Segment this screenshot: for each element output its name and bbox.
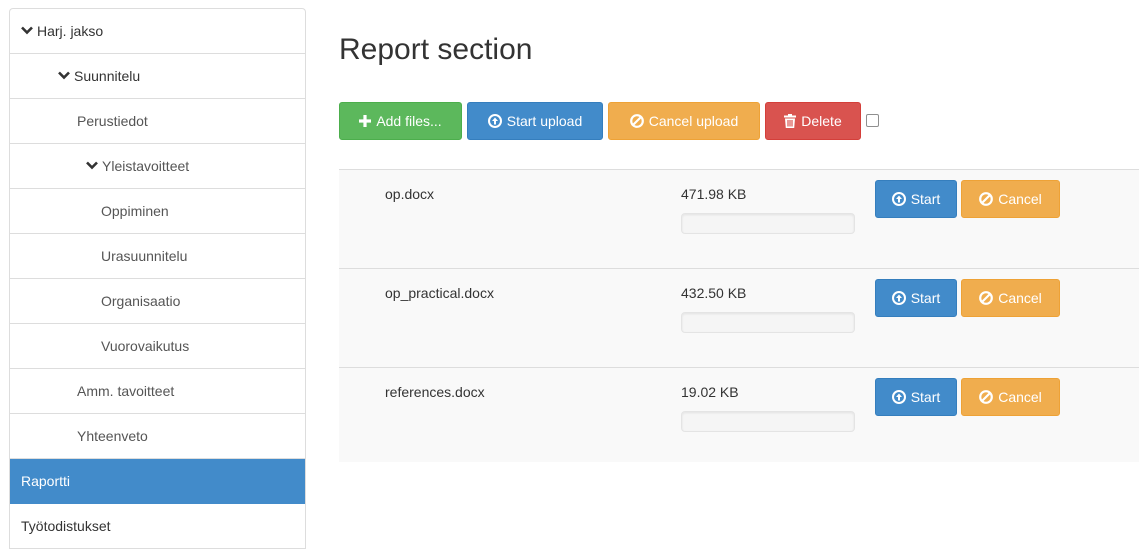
row-actions: Start Cancel [875,378,1064,416]
file-name: references.docx [385,384,485,400]
sidebar-item-label: Yhteenveto [77,428,148,444]
sidebar-item-label: Suunnitelu [74,68,141,84]
sidebar-item-yleistavoitteet[interactable]: Yleistavoitteet [10,144,305,189]
start-button[interactable]: Start [875,180,957,218]
circle-arrow-up-icon [891,390,906,404]
sidebar-item-amm-tavoitteet[interactable]: Amm. tavoitteet [10,369,305,414]
start-label: Start [910,389,941,405]
upload-progress-bar [681,312,855,333]
chevron-down-icon [86,161,98,170]
delete-button[interactable]: Delete [765,102,861,140]
sidebar-item-perustiedot[interactable]: Perustiedot [10,99,305,144]
file-size: 432.50 KB [681,285,747,301]
sidebar-item-harj-jakso[interactable]: Harj. jakso [10,9,305,54]
upload-toolbar: Add files... Start upload Cancel upload … [339,102,879,140]
sidebar-item-label: Amm. tavoitteet [77,383,175,399]
table-row: references.docx 19.02 KB Start Cancel [339,368,1139,462]
sidebar-item-raportti[interactable]: Raportti [10,459,305,504]
ban-circle-icon [629,114,644,128]
sidebar-item-suunnitelu[interactable]: Suunnitelu [10,54,305,99]
file-size: 19.02 KB [681,384,739,400]
sidebar-item-label: Työtodistukset [21,518,111,534]
sidebar-item-label: Oppiminen [101,203,169,219]
start-label: Start [910,191,941,207]
cancel-label: Cancel [998,290,1042,306]
row-actions: Start Cancel [875,180,1064,218]
table-row: op_practical.docx 432.50 KB Start Cancel [339,269,1139,368]
ban-circle-icon [979,291,994,305]
upload-progress-bar [681,213,855,234]
chevron-down-icon [58,71,70,80]
sidebar-item-oppiminen[interactable]: Oppiminen [10,189,305,234]
file-size: 471.98 KB [681,186,747,202]
sidebar-nav: Harj. jakso Suunnitelu Perustiedot Yleis… [9,8,306,549]
page-title: Report section [339,33,533,66]
sidebar-item-label: Raportti [21,473,71,489]
sidebar-item-urasuunnitelu[interactable]: Urasuunnitelu [10,234,305,279]
cancel-button[interactable]: Cancel [961,180,1060,218]
add-files-button[interactable]: Add files... [339,102,462,140]
cancel-upload-button[interactable]: Cancel upload [608,102,760,140]
chevron-down-icon [21,26,33,35]
sidebar-item-yhteenveto[interactable]: Yhteenveto [10,414,305,459]
start-upload-label: Start upload [506,113,583,129]
trash-icon [784,114,797,128]
delete-label: Delete [801,113,842,129]
add-files-label: Add files... [376,113,442,129]
ban-circle-icon [979,192,994,206]
circle-arrow-up-icon [891,192,906,206]
sidebar-item-vuorovaikutus[interactable]: Vuorovaikutus [10,324,305,369]
row-actions: Start Cancel [875,279,1064,317]
sidebar-item-label: Urasuunnitelu [101,248,188,264]
sidebar-item-label: Perustiedot [77,113,148,129]
sidebar-item-label: Harj. jakso [37,23,104,39]
sidebar-item-label: Vuorovaikutus [101,338,190,354]
cancel-button[interactable]: Cancel [961,279,1060,317]
ban-circle-icon [979,390,994,404]
start-label: Start [910,290,941,306]
plus-icon [359,115,372,127]
file-name: op.docx [385,186,435,202]
circle-arrow-up-icon [487,114,502,128]
cancel-upload-label: Cancel upload [648,113,739,129]
start-upload-button[interactable]: Start upload [467,102,603,140]
cancel-label: Cancel [998,191,1042,207]
sidebar-item-organisaatio[interactable]: Organisaatio [10,279,305,324]
file-name: op_practical.docx [385,285,494,301]
cancel-label: Cancel [998,389,1042,405]
select-all-checkbox[interactable] [866,113,879,127]
circle-arrow-up-icon [891,291,906,305]
start-button[interactable]: Start [875,378,957,416]
upload-progress-bar [681,411,855,432]
cancel-button[interactable]: Cancel [961,378,1060,416]
start-button[interactable]: Start [875,279,957,317]
sidebar-item-tyotodistukset[interactable]: Työtodistukset [10,504,305,549]
file-table: op.docx 471.98 KB Start Cancel op_practi… [339,169,1139,462]
sidebar-item-label: Organisaatio [101,293,181,309]
table-row: op.docx 471.98 KB Start Cancel [339,170,1139,269]
sidebar-item-label: Yleistavoitteet [102,158,190,174]
